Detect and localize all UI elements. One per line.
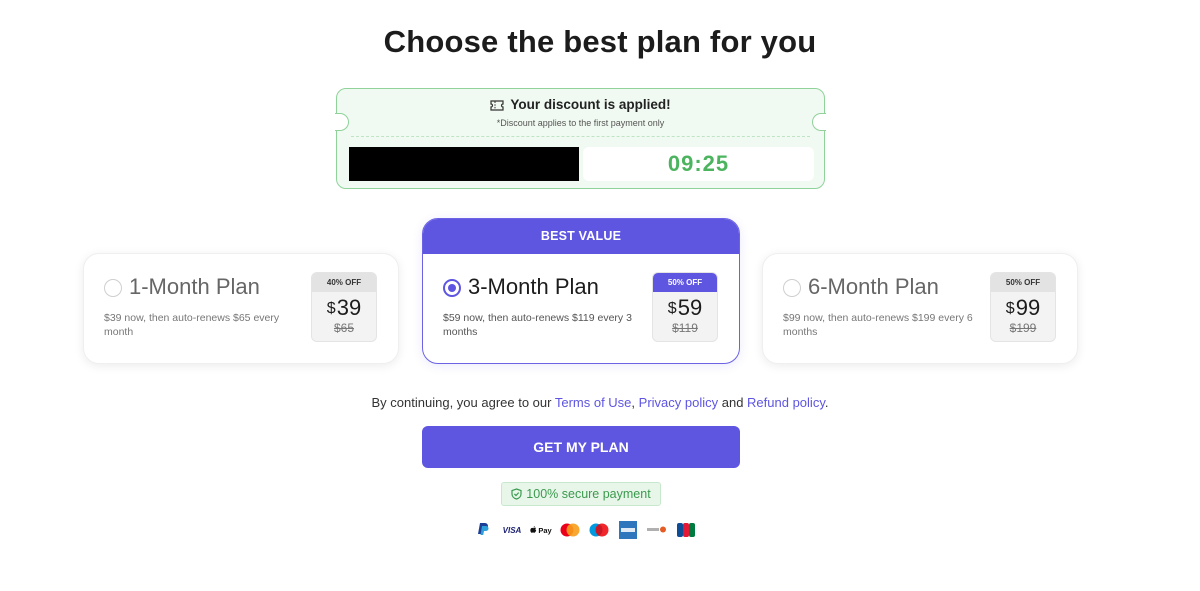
best-value-banner: BEST VALUE bbox=[423, 219, 739, 254]
agreement-text: By continuing, you agree to our Terms of… bbox=[0, 395, 1200, 410]
payment-methods: VISA Pay bbox=[472, 520, 697, 540]
original-price: $199 bbox=[1009, 321, 1037, 335]
discount-badge: 40% OFF bbox=[312, 273, 376, 292]
redacted-promo-code bbox=[349, 147, 579, 181]
discover-icon bbox=[646, 521, 668, 539]
secure-payment-label: 100% secure payment bbox=[526, 487, 651, 501]
plan-card-6-month[interactable]: 6-Month Plan $99 now, then auto-renews $… bbox=[762, 253, 1078, 364]
price-value: 99 bbox=[1015, 295, 1041, 320]
privacy-policy-link[interactable]: Privacy policy bbox=[639, 395, 718, 410]
price-value: 39 bbox=[336, 295, 362, 320]
ticket-icon bbox=[490, 100, 504, 111]
price-value: 59 bbox=[677, 295, 703, 320]
price-box: 40% OFF $39 $65 bbox=[311, 272, 377, 342]
price-box: 50% OFF $99 $199 bbox=[990, 272, 1056, 342]
agreement-prefix: By continuing, you agree to our bbox=[371, 395, 555, 410]
currency-symbol: $ bbox=[667, 300, 677, 317]
plan-description: $39 now, then auto-renews $65 every mont… bbox=[104, 312, 280, 338]
mastercard-icon bbox=[559, 521, 581, 539]
plan-card-3-month[interactable]: BEST VALUE 3-Month Plan $59 now, then au… bbox=[422, 218, 740, 364]
get-my-plan-button[interactable]: GET MY PLAN bbox=[422, 426, 740, 468]
discount-ticket: Your discount is applied! *Discount appl… bbox=[335, 88, 826, 189]
agreement-suffix: . bbox=[824, 395, 829, 410]
price-box: 50% OFF $59 $119 bbox=[652, 272, 718, 342]
discount-note: *Discount applies to the first payment o… bbox=[496, 118, 665, 128]
plan-card-body: 1-Month Plan $39 now, then auto-renews $… bbox=[84, 252, 398, 363]
discount-badge: 50% OFF bbox=[991, 273, 1055, 292]
apple-pay-icon: Pay bbox=[530, 521, 552, 539]
plan-name: 1-Month Plan bbox=[129, 274, 260, 299]
plan-card-body: 3-Month Plan $59 now, then auto-renews $… bbox=[423, 252, 739, 363]
agreement-comma: , bbox=[631, 395, 639, 410]
discount-headline: Your discount is applied! bbox=[337, 97, 824, 112]
discount-badge: 50% OFF bbox=[653, 273, 717, 292]
page-title: Choose the best plan for you bbox=[383, 24, 817, 59]
plan-radio-3-month[interactable] bbox=[443, 279, 461, 297]
plan-radio-1-month[interactable] bbox=[104, 279, 122, 297]
secure-payment-badge: 100% secure payment bbox=[501, 482, 661, 506]
original-price: $119 bbox=[672, 321, 698, 335]
visa-icon: VISA bbox=[502, 525, 522, 535]
terms-of-use-link[interactable]: Terms of Use bbox=[555, 395, 632, 410]
amex-icon bbox=[617, 521, 639, 539]
plan-description: $99 now, then auto-renews $199 every 6 m… bbox=[783, 312, 973, 338]
jcb-icon bbox=[675, 521, 697, 539]
current-price: $99 bbox=[991, 295, 1055, 321]
currency-symbol: $ bbox=[326, 300, 336, 317]
ticket-divider bbox=[351, 136, 810, 137]
refund-policy-link[interactable]: Refund policy bbox=[747, 395, 825, 410]
discount-headline-text: Your discount is applied! bbox=[510, 97, 671, 112]
plan-radio-6-month[interactable] bbox=[783, 279, 801, 297]
plan-name: 6-Month Plan bbox=[808, 274, 939, 299]
plan-card-1-month[interactable]: 1-Month Plan $39 now, then auto-renews $… bbox=[83, 253, 399, 364]
maestro-icon bbox=[588, 521, 610, 539]
paypal-icon bbox=[472, 521, 494, 539]
shield-icon bbox=[511, 488, 522, 500]
plan-description: $59 now, then auto-renews $119 every 3 m… bbox=[443, 312, 632, 338]
plan-name: 3-Month Plan bbox=[468, 274, 599, 299]
countdown-timer: 09:25 bbox=[583, 147, 814, 181]
agreement-and: and bbox=[718, 395, 748, 410]
current-price: $39 bbox=[312, 295, 376, 321]
plan-card-body: 6-Month Plan $99 now, then auto-renews $… bbox=[763, 252, 1077, 363]
currency-symbol: $ bbox=[1005, 300, 1015, 317]
current-price: $59 bbox=[653, 295, 717, 321]
original-price: $65 bbox=[333, 321, 355, 335]
apple-pay-label: Pay bbox=[538, 525, 552, 535]
